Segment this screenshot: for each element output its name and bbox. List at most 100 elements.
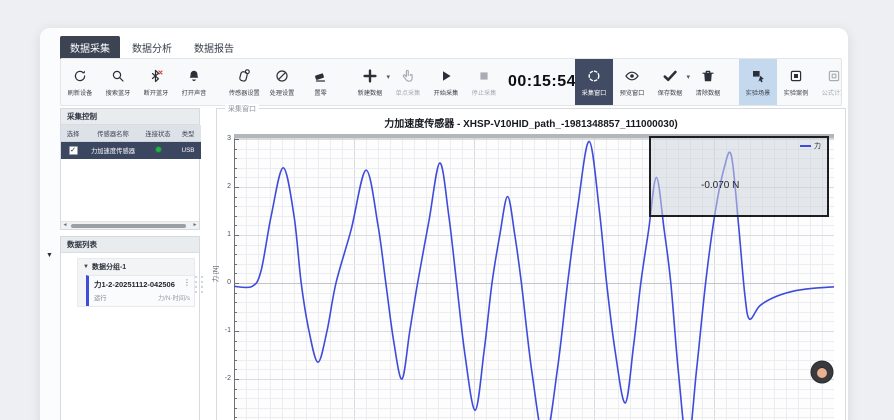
refresh-device-label: 刷新设备 [68,87,93,97]
collect-control-title: 采集控制 [61,109,199,125]
sensor-table-empty-area [61,159,199,221]
legend-series-label: 力 [814,141,821,151]
sensor-col-3: 类型 [175,125,201,142]
data-list-title: 数据列表 [61,237,199,253]
legend-line-swatch [800,145,811,147]
bell-icon [186,68,203,85]
clear-data-button[interactable]: 清除数据 [689,59,727,105]
sound-on-label: 打开声音 [182,87,207,97]
experiment-case-label: 实验案例 [784,87,809,97]
preview-window-label: 预览窗口 [620,87,645,97]
panel-splitter-handle[interactable] [195,276,204,293]
disconnect-bluetooth-button[interactable]: 断开蓝牙 [137,59,175,105]
groupbox-label: 采集窗口 [225,104,259,114]
assistant-avatar-button[interactable] [810,360,834,384]
data-list-panel: 数据列表 ▼ 数据分组-1 力1-2-20251112-042506 ⋮ 运行 [60,236,200,420]
main-toolbar: 刷新设备 搜索蓝牙 断开蓝牙 打开声音 传感器设置处理设置 置零 新建数据▾ 单点采集 开始采集… [60,58,842,106]
save-data-label: 保存数据 [658,87,683,97]
sensor-settings-button[interactable]: 传感器设置 [225,59,263,105]
data-item-title: 力1-2-20251112-042506 [94,279,190,290]
y-tick-3: 3 [218,135,231,142]
zero-button[interactable]: 置零 [301,59,339,105]
item-more-menu-icon[interactable]: ⋮ [183,279,191,287]
chart-plot-area[interactable]: -0.070 N 力 [234,134,834,420]
compass-icon [274,68,291,85]
eraser-icon [312,68,329,85]
hscroll-thumb[interactable] [71,224,186,228]
sensor-table-hscrollbar[interactable]: ◄ ► [61,221,199,229]
play-icon [438,68,455,85]
chart-legend: 力 [800,141,821,151]
data-group-card: ▼ 数据分组-1 力1-2-20251112-042506 ⋮ 运行 力/N-时… [77,258,195,307]
disconnect-bluetooth-label: 断开蓝牙 [144,87,169,97]
scroll-left-arrow-icon[interactable]: ◄ [61,223,69,228]
sensor-row[interactable]: ✓力加速度传感器USB [61,142,201,160]
sensor-col-2: 连接状态 [141,125,175,142]
chart-title: 力加速度传感器 - XHSP-V10HID_path_-1981348857_1… [217,115,845,130]
sensor-settings-label: 传感器设置 [229,87,260,97]
eye-icon [624,68,641,85]
y-tick--2: -2 [218,375,231,382]
experiment-case-button[interactable]: 实验案例 [777,59,815,105]
scroll-right-arrow-icon[interactable]: ► [191,223,199,228]
data-list-body: ▼ 数据分组-1 力1-2-20251112-042506 ⋮ 运行 力/N-时… [61,253,199,420]
experiment-scene-button[interactable]: 实验场景 [739,59,777,105]
hand-icon [400,68,417,85]
tab-1[interactable]: 数据分析 [122,36,182,59]
refresh-icon [72,68,89,85]
sensor-col-1: 传感器名称 [85,125,141,142]
search-icon [110,68,127,85]
app-stage: ▼ 数据采集数据分析数据报告 刷新设备 搜索蓝牙 断开蓝牙 打开声音 传感器设置处理设置… [0,0,894,420]
data-item[interactable]: 力1-2-20251112-042506 ⋮ 运行 力/N-时间/s [86,275,194,306]
left-column: 采集控制 选择传感器名称连接状态类型 ✓力加速度传感器USB ◄ ► 数据列表 [60,108,200,420]
search-bluetooth-label: 搜索蓝牙 [106,87,131,97]
app-window: ▼ 数据采集数据分析数据报告 刷新设备 搜索蓝牙 断开蓝牙 打开声音 传感器设置处理设置… [40,28,848,420]
panel-collapse-handle[interactable]: ▼ [46,252,53,259]
y-tick-2: 2 [218,183,231,190]
bluetooth-off-icon [148,68,165,85]
experiment-scene-label: 实验场景 [746,87,771,97]
plus-icon [362,68,379,85]
stop-collect-button: 停止采集 [465,59,503,105]
tab-2[interactable]: 数据报告 [184,36,244,59]
chevron-down-icon: ▼ [83,264,89,270]
stop-collect-label: 停止采集 [472,87,497,97]
connection-status-dot [156,147,161,152]
sensor-icon [236,68,253,85]
tab-0[interactable]: 数据采集 [60,36,120,59]
left-collapse-rail: ▼ [40,28,60,420]
y-tick--1: -1 [218,327,231,334]
collect-timer: 00:15:54 [509,59,575,105]
collect-control-panel: 采集控制 选择传感器名称连接状态类型 ✓力加速度传感器USB ◄ ► [60,108,200,230]
refresh-device-button[interactable]: 刷新设备 [61,59,99,105]
preview-window-button[interactable]: 预览窗口 [613,59,651,105]
sensor-checkbox[interactable]: ✓ [69,146,78,155]
process-settings-label: 处理设置 [270,87,295,97]
hscroll-track [69,224,191,228]
process-settings-button[interactable]: 处理设置 [263,59,301,105]
main-tabbar: 数据采集数据分析数据报告 [60,36,244,59]
new-data-button[interactable]: 新建数据▾ [351,59,389,105]
start-collect-button[interactable]: 开始采集 [427,59,465,105]
sensor-col-0: 选择 [61,125,85,142]
dashed-circle-icon [586,68,603,85]
single-point-label: 单点采集 [396,87,421,97]
scene-icon [750,68,767,85]
collect-window-button[interactable]: 采集窗口 [575,59,613,105]
start-collect-label: 开始采集 [434,87,459,97]
zero-label: 置零 [314,87,326,97]
sound-on-button[interactable]: 打开声音 [175,59,213,105]
collect-window-label: 采集窗口 [582,87,607,97]
clear-data-label: 清除数据 [696,87,721,97]
y-tick-1: 1 [218,231,231,238]
case-icon [788,68,805,85]
data-item-state: 运行 [94,293,107,302]
sensor-name: 力加速度传感器 [85,142,141,160]
trash-icon [700,68,717,85]
save-data-button[interactable]: 保存数据▾ [651,59,689,105]
data-group-row[interactable]: ▼ 数据分组-1 [78,259,194,275]
formula-calc-button: 公式计算 [815,59,842,105]
new-data-label: 新建数据 [358,87,383,97]
search-bluetooth-button[interactable]: 搜索蓝牙 [99,59,137,105]
collect-window-groupbox: 采集窗口 力加速度传感器 - XHSP-V10HID_path_-1981348… [216,108,846,420]
